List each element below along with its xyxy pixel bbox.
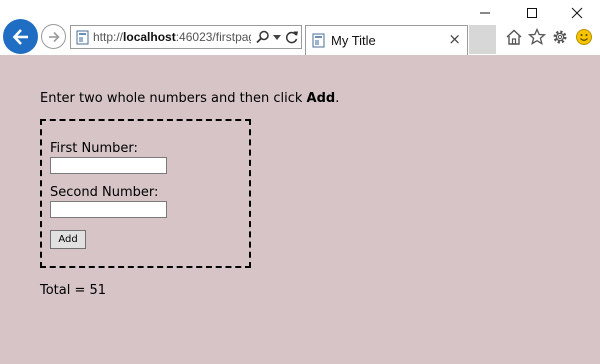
browser-chrome: http://localhost:46023/firstpag My Title… bbox=[0, 0, 600, 55]
close-window-button[interactable] bbox=[554, 0, 600, 26]
search-icon[interactable] bbox=[256, 30, 270, 44]
minimize-icon bbox=[480, 12, 490, 14]
instruction-text: Enter two whole numbers and then click A… bbox=[40, 91, 340, 106]
tab-my-title[interactable]: My Title × bbox=[305, 25, 468, 55]
home-icon bbox=[506, 29, 522, 45]
page-content: Enter two whole numbers and then click A… bbox=[0, 55, 600, 364]
total-text: Total = 51 bbox=[40, 283, 107, 298]
maximize-icon bbox=[527, 8, 537, 18]
tab-title: My Title bbox=[331, 33, 376, 48]
second-number-label: Second Number: bbox=[50, 185, 159, 200]
chevron-down-icon[interactable] bbox=[273, 35, 281, 40]
address-url[interactable]: http://localhost:46023/firstpag bbox=[93, 30, 251, 44]
settings-button[interactable] bbox=[550, 27, 570, 47]
address-bar[interactable]: http://localhost:46023/firstpag bbox=[70, 25, 302, 49]
forward-button[interactable] bbox=[41, 24, 66, 49]
home-button[interactable] bbox=[504, 27, 524, 47]
add-button[interactable]: Add bbox=[50, 230, 86, 249]
star-icon bbox=[528, 28, 546, 45]
smiley-icon bbox=[576, 29, 592, 45]
forward-arrow-icon bbox=[48, 31, 60, 42]
tab-close-icon[interactable]: × bbox=[448, 32, 461, 47]
feedback-button[interactable] bbox=[574, 27, 594, 47]
first-number-input[interactable] bbox=[50, 157, 167, 174]
gear-icon bbox=[553, 30, 567, 44]
maximize-button[interactable] bbox=[509, 0, 555, 26]
refresh-icon[interactable] bbox=[285, 30, 299, 44]
close-icon bbox=[571, 7, 583, 19]
second-number-input[interactable] bbox=[50, 201, 167, 218]
back-button[interactable] bbox=[3, 19, 38, 54]
new-tab-button[interactable] bbox=[469, 25, 496, 54]
tab-favicon-icon bbox=[312, 33, 325, 48]
back-arrow-icon bbox=[12, 28, 28, 45]
minimize-button[interactable] bbox=[462, 0, 508, 26]
total-value: 51 bbox=[89, 283, 107, 298]
page-favicon-icon bbox=[76, 30, 89, 45]
first-number-label: First Number: bbox=[50, 141, 138, 156]
favorites-button[interactable] bbox=[527, 27, 547, 47]
number-form: First Number: Second Number: Add bbox=[40, 119, 251, 268]
